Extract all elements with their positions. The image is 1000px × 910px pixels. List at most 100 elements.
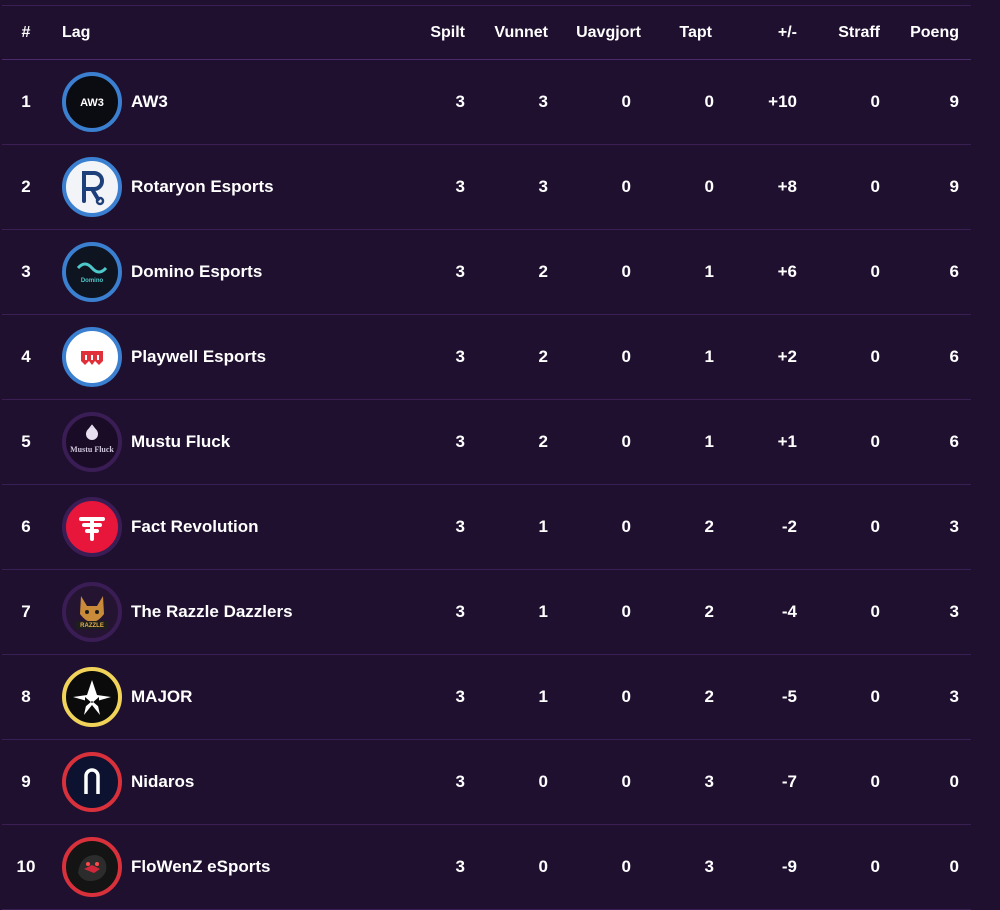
penalty-cell: 0 xyxy=(870,347,880,366)
header-lost: Tapt xyxy=(679,23,712,41)
draw-cell: 0 xyxy=(621,92,631,111)
team-name[interactable]: Domino Esports xyxy=(131,262,262,282)
rank-cell: 3 xyxy=(21,262,31,281)
team-name[interactable]: Fact Revolution xyxy=(131,517,259,537)
played-cell: 3 xyxy=(455,517,465,536)
points-cell: 3 xyxy=(949,517,959,536)
table-row[interactable]: 4 Playwell Esports 3 2 0 1 +2 0 6 xyxy=(2,315,971,400)
table-row[interactable]: 6 Fact Revolution 3 1 0 2 -2 0 3 xyxy=(2,485,971,570)
rank-cell: 5 xyxy=(21,432,31,451)
points-cell: 6 xyxy=(949,262,959,281)
won-cell: 3 xyxy=(538,177,548,196)
won-cell: 1 xyxy=(538,517,548,536)
table-body: 1 AW3 AW3 3 3 0 0 +10 0 9 2 Rotaryon Esp… xyxy=(2,60,971,910)
rank-cell: 7 xyxy=(21,602,31,621)
team-cell[interactable]: Rotaryon Esports xyxy=(62,145,411,229)
played-cell: 3 xyxy=(455,772,465,791)
team-cell[interactable]: Mustu Fluck Mustu Fluck xyxy=(62,400,411,484)
razzle-dazzlers-logo-icon: RAZZLE xyxy=(76,596,108,629)
table-row[interactable]: 1 AW3 AW3 3 3 0 0 +10 0 9 xyxy=(2,60,971,145)
team-cell[interactable]: FloWenZ eSports xyxy=(62,825,411,909)
points-cell: 0 xyxy=(949,772,959,791)
team-name[interactable]: FloWenZ eSports xyxy=(131,857,270,877)
aw3-logo-icon: AW3 xyxy=(80,97,104,109)
played-cell: 3 xyxy=(455,687,465,706)
team-name[interactable]: MAJOR xyxy=(131,687,192,707)
lost-cell: 2 xyxy=(704,687,714,706)
rank-cell: 6 xyxy=(21,517,31,536)
won-cell: 0 xyxy=(538,772,548,791)
mustu-fluck-logo-icon: Mustu Fluck xyxy=(70,424,114,454)
svg-text:Mustu Fluck: Mustu Fluck xyxy=(70,445,114,454)
penalty-cell: 0 xyxy=(870,517,880,536)
table-row[interactable]: 2 Rotaryon Esports 3 3 0 0 +8 0 9 xyxy=(2,145,971,230)
team-cell[interactable]: Nidaros xyxy=(62,740,411,824)
penalty-cell: 0 xyxy=(870,772,880,791)
goal-difference-cell: -4 xyxy=(781,602,797,621)
lost-cell: 0 xyxy=(704,92,714,111)
lost-cell: 2 xyxy=(704,517,714,536)
points-cell: 6 xyxy=(949,347,959,366)
team-cell[interactable]: Domino Domino Esports xyxy=(62,230,411,314)
table-row[interactable]: 7 RAZZLE The Razzle Dazzlers 3 1 0 2 -4 … xyxy=(2,570,971,655)
team-name[interactable]: Rotaryon Esports xyxy=(131,177,274,197)
team-name[interactable]: Mustu Fluck xyxy=(131,432,230,452)
points-cell: 6 xyxy=(949,432,959,451)
team-logo xyxy=(62,157,122,217)
goal-difference-cell: +1 xyxy=(777,432,797,451)
team-cell[interactable]: RAZZLE The Razzle Dazzlers xyxy=(62,570,411,654)
penalty-cell: 0 xyxy=(870,857,880,876)
draw-cell: 0 xyxy=(621,857,631,876)
team-name[interactable]: Nidaros xyxy=(131,772,194,792)
penalty-cell: 0 xyxy=(870,177,880,196)
team-logo: Domino xyxy=(62,242,122,302)
goal-difference-cell: +10 xyxy=(768,92,797,111)
draw-cell: 0 xyxy=(621,687,631,706)
header-rank: # xyxy=(21,23,31,41)
won-cell: 2 xyxy=(538,262,548,281)
lost-cell: 1 xyxy=(704,432,714,451)
played-cell: 3 xyxy=(455,602,465,621)
team-name[interactable]: The Razzle Dazzlers xyxy=(131,602,293,622)
team-cell[interactable]: Fact Revolution xyxy=(62,485,411,569)
goal-difference-cell: +2 xyxy=(777,347,797,366)
penalty-cell: 0 xyxy=(870,602,880,621)
flowenz-logo-icon xyxy=(78,855,107,881)
rank-cell: 4 xyxy=(21,347,31,366)
playwell-logo-icon xyxy=(81,351,103,365)
rank-cell: 1 xyxy=(21,92,31,111)
team-cell[interactable]: AW3 AW3 xyxy=(62,60,411,144)
penalty-cell: 0 xyxy=(870,432,880,451)
table-row[interactable]: 5 Mustu Fluck Mustu Fluck 3 2 0 1 +1 0 6 xyxy=(2,400,971,485)
won-cell: 2 xyxy=(538,432,548,451)
team-name[interactable]: Playwell Esports xyxy=(131,347,266,367)
draw-cell: 0 xyxy=(621,602,631,621)
team-cell[interactable]: Playwell Esports xyxy=(62,315,411,399)
team-logo xyxy=(62,837,122,897)
table-row[interactable]: 9 Nidaros 3 0 0 3 -7 0 0 xyxy=(2,740,971,825)
lost-cell: 1 xyxy=(704,347,714,366)
rank-cell: 2 xyxy=(21,177,31,196)
draw-cell: 0 xyxy=(621,262,631,281)
draw-cell: 0 xyxy=(621,432,631,451)
lost-cell: 2 xyxy=(704,602,714,621)
rank-cell: 8 xyxy=(21,687,31,706)
points-cell: 0 xyxy=(949,857,959,876)
played-cell: 3 xyxy=(455,262,465,281)
table-row[interactable]: 10 FloWenZ eSports 3 0 0 3 -9 0 0 xyxy=(2,825,971,910)
table-row[interactable]: 3 Domino Domino Esports 3 2 0 1 +6 0 6 xyxy=(2,230,971,315)
goal-difference-cell: -9 xyxy=(781,857,797,876)
header-points: Poeng xyxy=(910,23,959,41)
won-cell: 3 xyxy=(538,92,548,111)
header-won: Vunnet xyxy=(494,23,548,41)
team-name[interactable]: AW3 xyxy=(131,92,168,112)
rotaryon-logo-icon xyxy=(82,171,105,206)
header-goal-difference: +/- xyxy=(777,23,797,41)
played-cell: 3 xyxy=(455,347,465,366)
domino-logo-icon: Domino xyxy=(76,262,108,284)
team-cell[interactable]: MAJOR xyxy=(62,655,411,739)
lost-cell: 0 xyxy=(704,177,714,196)
header-penalty: Straff xyxy=(838,23,880,41)
table-row[interactable]: 8 MAJOR 3 1 0 2 -5 0 3 xyxy=(2,655,971,740)
svg-text:AW3: AW3 xyxy=(80,97,104,109)
